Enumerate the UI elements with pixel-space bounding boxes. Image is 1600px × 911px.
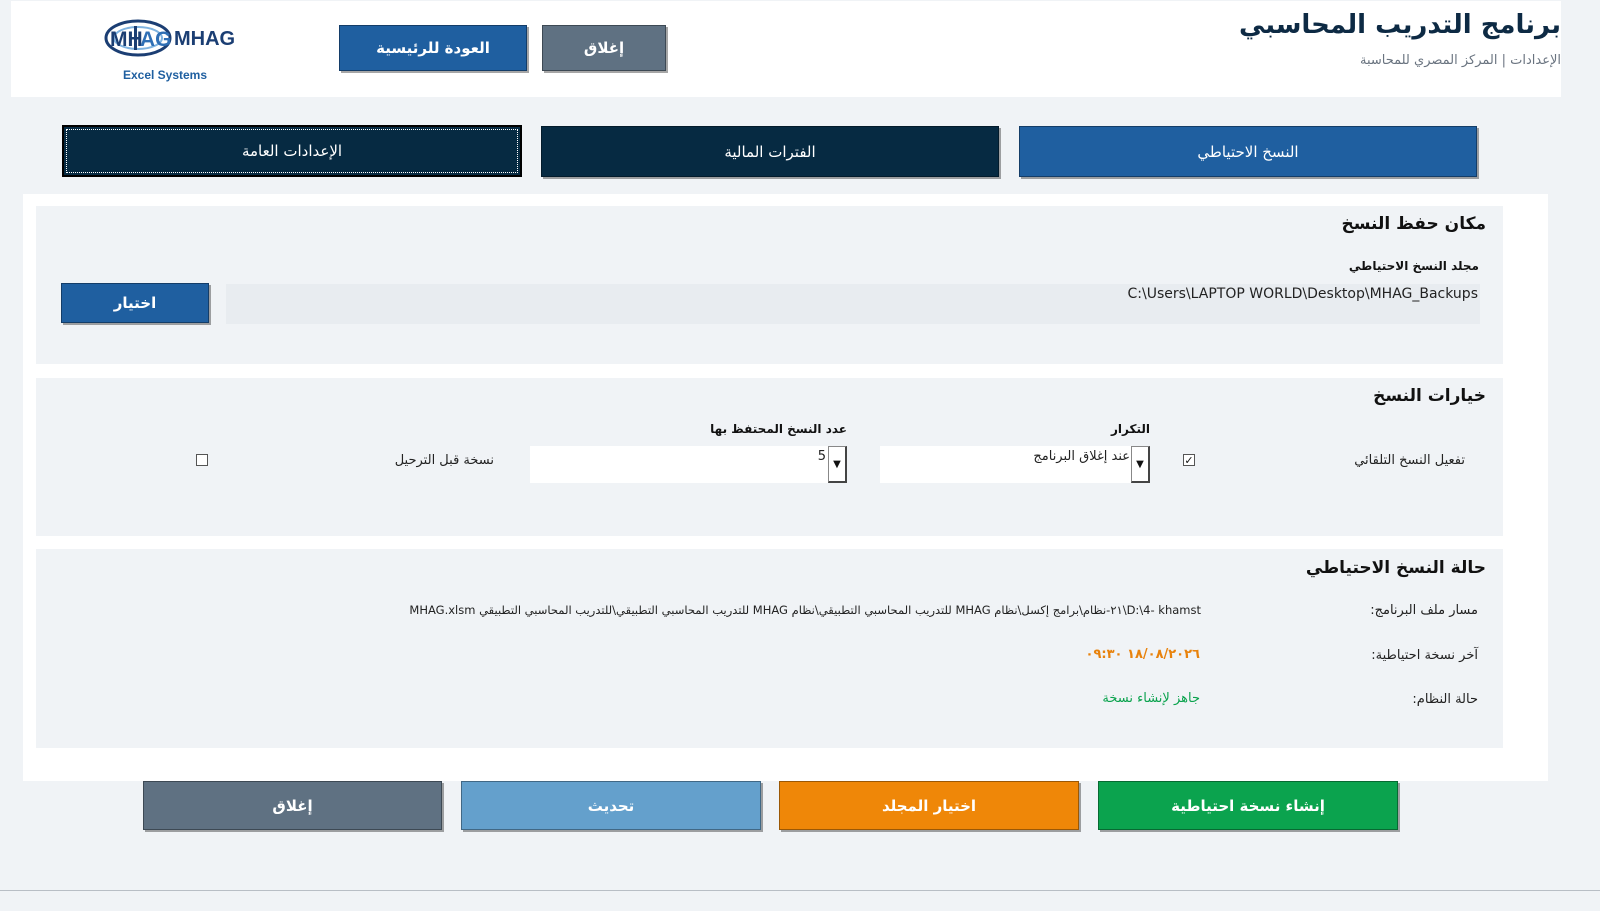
system-status-label: حالة النظام: — [1412, 692, 1478, 707]
frequency-dropdown-arrow-icon[interactable]: ▼ — [1131, 446, 1150, 483]
svg-text:MH: MH — [110, 28, 143, 51]
browse-folder-button[interactable]: اختيار — [61, 283, 209, 323]
program-path-label: مسار ملف البرنامج: — [1370, 603, 1478, 618]
last-backup-value: ١٨/٠٨/٢٠٢٦ ٠٩:٣٠ — [1085, 647, 1200, 662]
tab-fiscal-periods[interactable]: الفترات المالية — [541, 126, 999, 177]
app-subtitle: الإعدادات | المركز المصري للمحاسبة — [1359, 53, 1561, 68]
retained-count-value: 5 — [817, 449, 826, 464]
system-status-value: جاهز لإنشاء نسخة — [1102, 691, 1200, 706]
frequency-label: التكرار — [1111, 422, 1150, 436]
last-backup-label: آخر نسخة احتياطية: — [1371, 648, 1478, 663]
logo-wordmark: MHAG — [174, 28, 236, 50]
app-title: برنامج التدريب المحاسبي — [1238, 10, 1561, 40]
footer-close-button[interactable]: إغلاق — [143, 781, 442, 830]
before-posting-checkbox[interactable] — [196, 454, 208, 466]
frequency-value: عند إغلاق البرنامج — [1033, 449, 1130, 464]
backup-folder-path: C:\Users\LAPTOP WORLD\Desktop\MHAG_Backu… — [1127, 286, 1478, 302]
tab-general-settings[interactable]: الإعدادات العامة — [62, 125, 522, 177]
auto-backup-label: تفعيل النسخ التلقائي — [1354, 453, 1465, 468]
header-close-button[interactable]: إغلاق — [542, 25, 666, 71]
before-posting-label: نسخة قبل الترحيل — [394, 453, 494, 468]
logo-tagline: Excel Systems — [122, 68, 208, 82]
tab-backup[interactable]: النسخ الاحتياطي — [1019, 126, 1477, 177]
backup-folder-label: مجلد النسخ الاحتياطي — [1348, 259, 1479, 273]
back-to-home-button[interactable]: العودة للرئيسية — [339, 25, 527, 71]
retained-count-label: عدد النسخ المحتفظ بها — [710, 422, 847, 436]
backup-status-title: حالة النسخ الاحتياطي — [1305, 558, 1486, 578]
auto-backup-checkbox[interactable]: ✓ — [1183, 454, 1195, 466]
bottom-divider — [0, 890, 1600, 891]
choose-folder-button[interactable]: اختيار المجلد — [779, 781, 1079, 830]
backup-location-title: مكان حفظ النسخ — [1341, 214, 1486, 234]
retained-count-dropdown-arrow-icon[interactable]: ▼ — [828, 446, 847, 483]
backup-status-panel — [36, 549, 1503, 748]
create-backup-button[interactable]: إنشاء نسخة احتياطية — [1098, 781, 1398, 830]
backup-options-title: خيارات النسخ — [1373, 386, 1486, 406]
svg-text:AG: AG — [140, 28, 172, 51]
retained-count-select[interactable] — [530, 446, 847, 483]
program-path-value: D:\4- khamst\٢١-نظام\برامج إكسل\نظام MHA… — [409, 603, 1201, 617]
refresh-button[interactable]: تحديث — [461, 781, 761, 830]
